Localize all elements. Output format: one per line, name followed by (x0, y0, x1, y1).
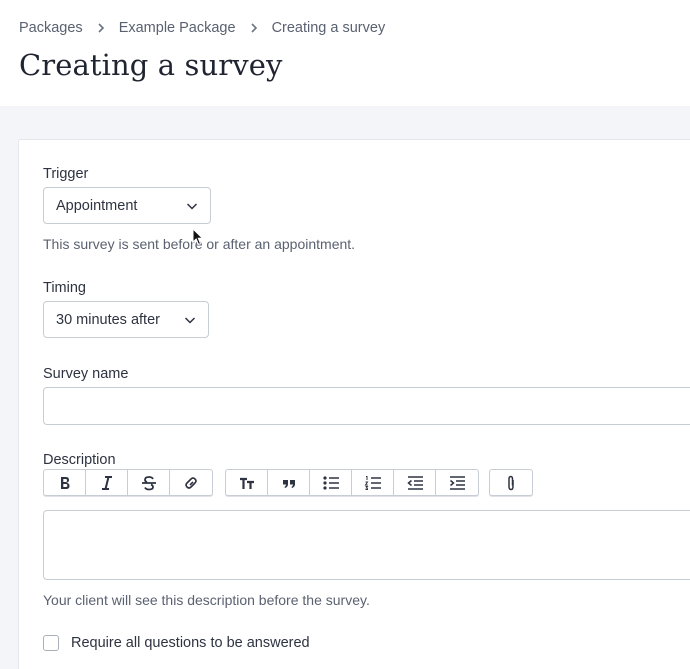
chevron-down-icon (184, 317, 196, 324)
breadcrumb-current: Creating a survey (271, 20, 386, 36)
toolbar-text-format-group (43, 469, 213, 496)
italic-button[interactable] (86, 470, 128, 495)
bullet-list-button[interactable] (310, 470, 352, 495)
breadcrumb-example-package[interactable]: Example Package (119, 20, 236, 36)
chevron-right-icon (236, 23, 272, 33)
description-editor[interactable] (43, 510, 690, 580)
numbered-list-button[interactable] (352, 470, 394, 495)
strikethrough-button[interactable] (128, 470, 170, 495)
strikethrough-icon (141, 475, 156, 490)
attachment-button[interactable] (490, 470, 532, 495)
link-icon (185, 476, 197, 489)
heading-button[interactable] (226, 470, 268, 495)
toolbar-block-format-group (225, 469, 479, 496)
italic-icon (101, 475, 112, 490)
require-all-label[interactable]: Require all questions to be answered (71, 635, 310, 651)
survey-name-input[interactable] (43, 387, 690, 425)
outdent-button[interactable] (394, 470, 436, 495)
heading-icon (239, 477, 254, 489)
quote-icon (282, 479, 295, 488)
quote-button[interactable] (268, 470, 310, 495)
page-title: Creating a survey (19, 48, 283, 82)
page-header: Packages Example Package Creating a surv… (0, 0, 690, 106)
mouse-cursor-icon (192, 228, 204, 246)
bullet-list-icon (322, 475, 339, 490)
timing-select[interactable]: 30 minutes after (43, 301, 209, 338)
chevron-down-icon (186, 203, 198, 210)
bold-button[interactable] (44, 470, 86, 495)
attachment-icon (508, 475, 514, 490)
trigger-select-value: Appointment (56, 197, 138, 214)
numbered-list-icon (364, 475, 381, 490)
breadcrumb-packages[interactable]: Packages (19, 20, 83, 36)
link-button[interactable] (170, 470, 212, 495)
survey-name-label: Survey name (43, 366, 129, 382)
outdent-icon (406, 475, 423, 490)
breadcrumb: Packages Example Package Creating a surv… (19, 20, 385, 36)
bold-icon (60, 476, 69, 489)
description-help-text: Your client will see this description be… (43, 592, 370, 608)
trigger-select[interactable]: Appointment (43, 187, 211, 224)
description-label: Description (43, 452, 116, 468)
trigger-label: Trigger (43, 166, 89, 182)
indent-icon (450, 475, 465, 490)
indent-button[interactable] (436, 470, 478, 495)
timing-label: Timing (43, 280, 86, 296)
require-all-checkbox[interactable] (43, 635, 59, 651)
chevron-right-icon (83, 23, 119, 33)
toolbar-attach-group (489, 469, 533, 496)
timing-select-value: 30 minutes after (56, 311, 160, 328)
